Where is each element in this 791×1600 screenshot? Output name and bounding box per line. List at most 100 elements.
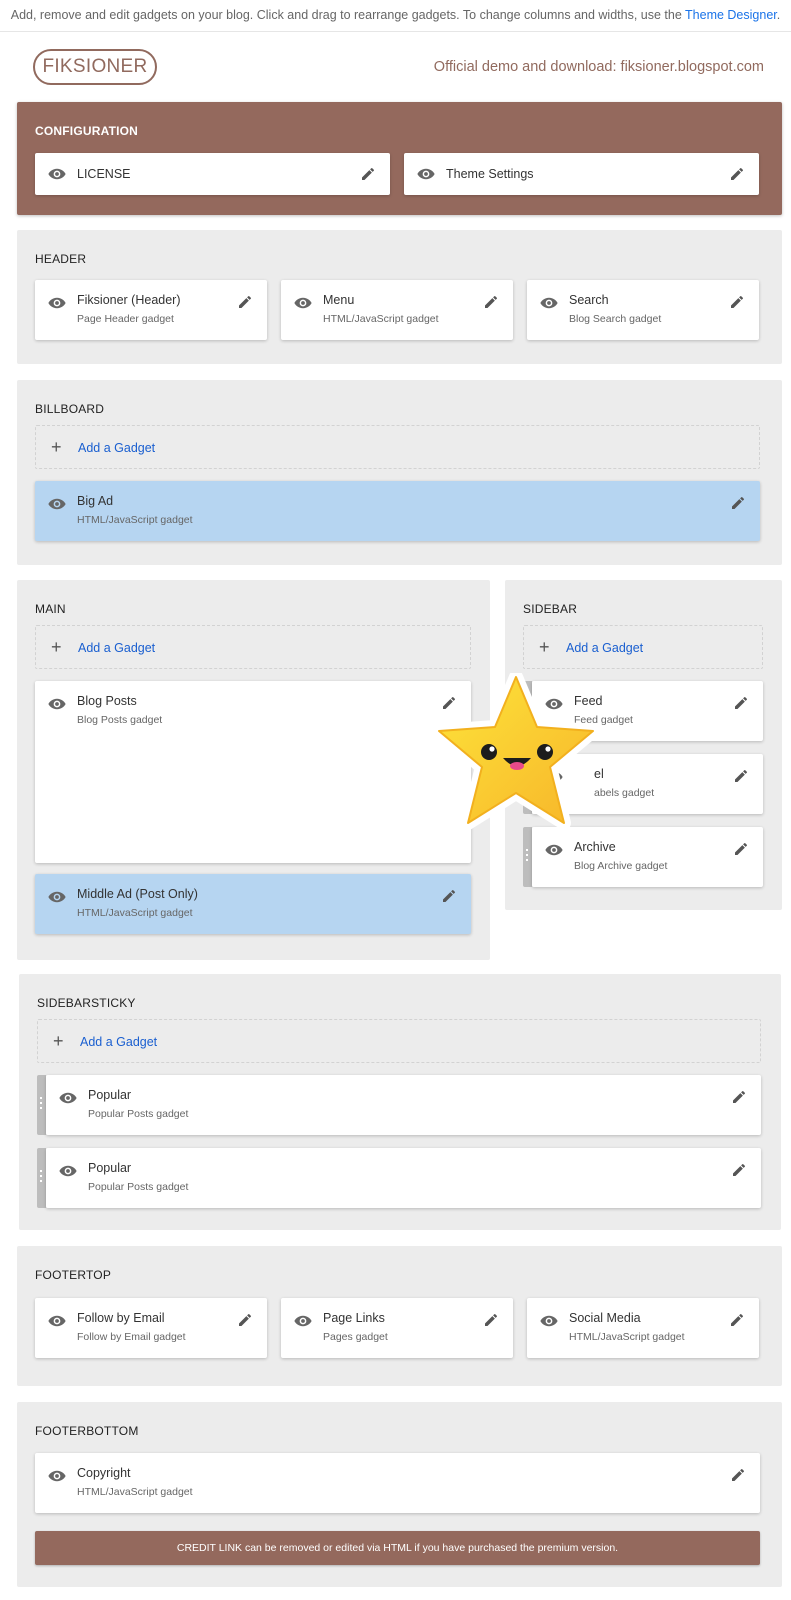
gadget-type: Follow by Email gadget bbox=[77, 1331, 186, 1343]
gadget-name: Page Links bbox=[323, 1311, 385, 1325]
section-title: HEADER bbox=[35, 252, 87, 266]
gadget-type: Blog Archive gadget bbox=[574, 860, 668, 872]
gadget-type: abels gadget bbox=[594, 787, 655, 799]
pencil-icon[interactable] bbox=[731, 1089, 747, 1105]
gadget-type: HTML/JavaScript gadget bbox=[77, 1486, 193, 1498]
plus-icon: + bbox=[51, 637, 62, 657]
gadget-header[interactable]: Fiksioner (Header) Page Header gadget bbox=[35, 280, 267, 340]
gadget-type: HTML/JavaScript gadget bbox=[569, 1331, 685, 1343]
eye-icon[interactable] bbox=[59, 1165, 77, 1177]
eye-icon[interactable] bbox=[48, 1470, 66, 1482]
pencil-icon[interactable] bbox=[483, 1312, 499, 1328]
gadget-type: Popular Posts gadget bbox=[88, 1181, 189, 1193]
gadget-archive[interactable]: Archive Blog Archive gadget bbox=[532, 827, 763, 887]
pencil-icon[interactable] bbox=[441, 888, 457, 904]
pencil-icon[interactable] bbox=[729, 1312, 745, 1328]
pencil-icon[interactable] bbox=[237, 294, 253, 310]
gadget-menu[interactable]: Menu HTML/JavaScript gadget bbox=[281, 280, 513, 340]
eye-icon[interactable] bbox=[59, 1092, 77, 1104]
drag-handle-icon[interactable] bbox=[37, 1075, 46, 1135]
pencil-icon[interactable] bbox=[731, 1162, 747, 1178]
gadget-popular[interactable]: Popular Popular Posts gadget bbox=[46, 1075, 761, 1135]
eye-icon[interactable] bbox=[540, 297, 558, 309]
eye-icon[interactable] bbox=[417, 168, 435, 180]
eye-icon[interactable] bbox=[48, 498, 66, 510]
gadget-middle-ad[interactable]: Middle Ad (Post Only) HTML/JavaScript ga… bbox=[35, 874, 471, 934]
gadget-follow-by-email[interactable]: Follow by Email Follow by Email gadget bbox=[35, 1298, 267, 1358]
gadget-type: HTML/JavaScript gadget bbox=[323, 313, 439, 325]
info-bar: Add, remove and edit gadgets on your blo… bbox=[0, 0, 791, 32]
section-sidebarsticky: SIDEBARSTICKY + Add a Gadget Popular Pop… bbox=[19, 974, 781, 1230]
logo: FIKSIONER bbox=[33, 49, 157, 85]
add-gadget-label: Add a Gadget bbox=[566, 641, 644, 655]
drag-handle-icon[interactable] bbox=[523, 827, 532, 887]
plus-icon: + bbox=[539, 637, 550, 657]
gadget-license[interactable]: LICENSE bbox=[35, 153, 390, 195]
section-title: SIDEBARSTICKY bbox=[37, 996, 136, 1010]
add-gadget-button[interactable]: + Add a Gadget bbox=[37, 1019, 761, 1063]
gadget-name: Popular bbox=[88, 1088, 132, 1102]
pencil-icon[interactable] bbox=[733, 768, 749, 784]
gadget-blog-posts[interactable]: Blog Posts Blog Posts gadget bbox=[35, 681, 471, 863]
eye-icon[interactable] bbox=[540, 1315, 558, 1327]
gadget-name: Search bbox=[569, 293, 609, 307]
gadget-name: Archive bbox=[574, 840, 616, 854]
plus-icon: + bbox=[53, 1031, 64, 1051]
info-text: Add, remove and edit gadgets on your blo… bbox=[10, 8, 686, 22]
eye-icon[interactable] bbox=[48, 891, 66, 903]
pencil-icon[interactable] bbox=[729, 166, 745, 182]
eye-icon[interactable] bbox=[48, 297, 66, 309]
gadget-type: Popular Posts gadget bbox=[88, 1108, 189, 1120]
gadget-name: Fiksioner (Header) bbox=[77, 293, 181, 307]
pencil-icon[interactable] bbox=[237, 1312, 253, 1328]
pencil-icon[interactable] bbox=[730, 1467, 746, 1483]
demo-link-text: Official demo and download: fiksioner.bl… bbox=[433, 59, 764, 75]
gadget-name: Menu bbox=[323, 293, 355, 307]
section-main: MAIN + Add a Gadget Blog Posts Blog Post… bbox=[17, 580, 490, 960]
gadget-name: Follow by Email bbox=[77, 1311, 165, 1325]
credit-banner: CREDIT LINK can be removed or edited via… bbox=[35, 1531, 760, 1565]
eye-icon[interactable] bbox=[545, 844, 563, 856]
eye-icon[interactable] bbox=[48, 1315, 66, 1327]
star-mascot bbox=[433, 673, 599, 830]
gadget-social-media[interactable]: Social Media HTML/JavaScript gadget bbox=[527, 1298, 759, 1358]
gadget-popular-2[interactable]: Popular Popular Posts gadget bbox=[46, 1148, 761, 1208]
add-gadget-button[interactable]: + Add a Gadget bbox=[35, 625, 471, 669]
section-billboard: BILLBOARD + Add a Gadget Big Ad HTML/Jav… bbox=[17, 380, 782, 565]
eye-icon[interactable] bbox=[294, 297, 312, 309]
gadget-type: Pages gadget bbox=[323, 1331, 388, 1343]
brand-row: FIKSIONER Official demo and download: fi… bbox=[0, 32, 791, 102]
gadget-search[interactable]: Search Blog Search gadget bbox=[527, 280, 759, 340]
add-gadget-label: Add a Gadget bbox=[78, 641, 156, 655]
add-gadget-button[interactable]: + Add a Gadget bbox=[35, 425, 760, 469]
gadget-name: Copyright bbox=[77, 1466, 131, 1480]
pencil-icon[interactable] bbox=[483, 294, 499, 310]
section-title: FOOTERTOP bbox=[35, 1268, 112, 1282]
gadget-page-links[interactable]: Page Links Pages gadget bbox=[281, 1298, 513, 1358]
section-footertop: FOOTERTOP Follow by Email Follow by Emai… bbox=[17, 1246, 782, 1386]
theme-designer-link[interactable]: Theme Designer bbox=[685, 8, 777, 22]
gadget-name: Popular bbox=[88, 1161, 132, 1175]
eye-icon[interactable] bbox=[48, 698, 66, 710]
gadget-copyright[interactable]: Copyright HTML/JavaScript gadget bbox=[35, 1453, 760, 1513]
gadget-type: Blog Posts gadget bbox=[77, 714, 163, 726]
pencil-icon[interactable] bbox=[730, 495, 746, 511]
pencil-icon[interactable] bbox=[729, 294, 745, 310]
gadget-big-ad[interactable]: Big Ad HTML/JavaScript gadget bbox=[35, 481, 760, 541]
gadget-name: Middle Ad (Post Only) bbox=[77, 887, 198, 901]
section-header: HEADER Fiksioner (Header) Page Header ga… bbox=[17, 230, 782, 364]
eye-icon[interactable] bbox=[48, 168, 66, 180]
add-gadget-button[interactable]: + Add a Gadget bbox=[523, 625, 763, 669]
section-title: FOOTERBOTTOM bbox=[35, 1424, 139, 1438]
gadget-theme-settings[interactable]: Theme Settings bbox=[404, 153, 759, 195]
add-gadget-label: Add a Gadget bbox=[80, 1035, 158, 1049]
section-title: SIDEBAR bbox=[523, 602, 578, 616]
pencil-icon[interactable] bbox=[360, 166, 376, 182]
drag-handle-icon[interactable] bbox=[37, 1148, 46, 1208]
pencil-icon[interactable] bbox=[733, 695, 749, 711]
eye-icon[interactable] bbox=[294, 1315, 312, 1327]
section-title: CONFIGURATION bbox=[35, 124, 139, 138]
pencil-icon[interactable] bbox=[733, 841, 749, 857]
plus-icon: + bbox=[51, 437, 62, 457]
section-configuration: CONFIGURATION LICENSE Theme Settings bbox=[17, 102, 782, 215]
